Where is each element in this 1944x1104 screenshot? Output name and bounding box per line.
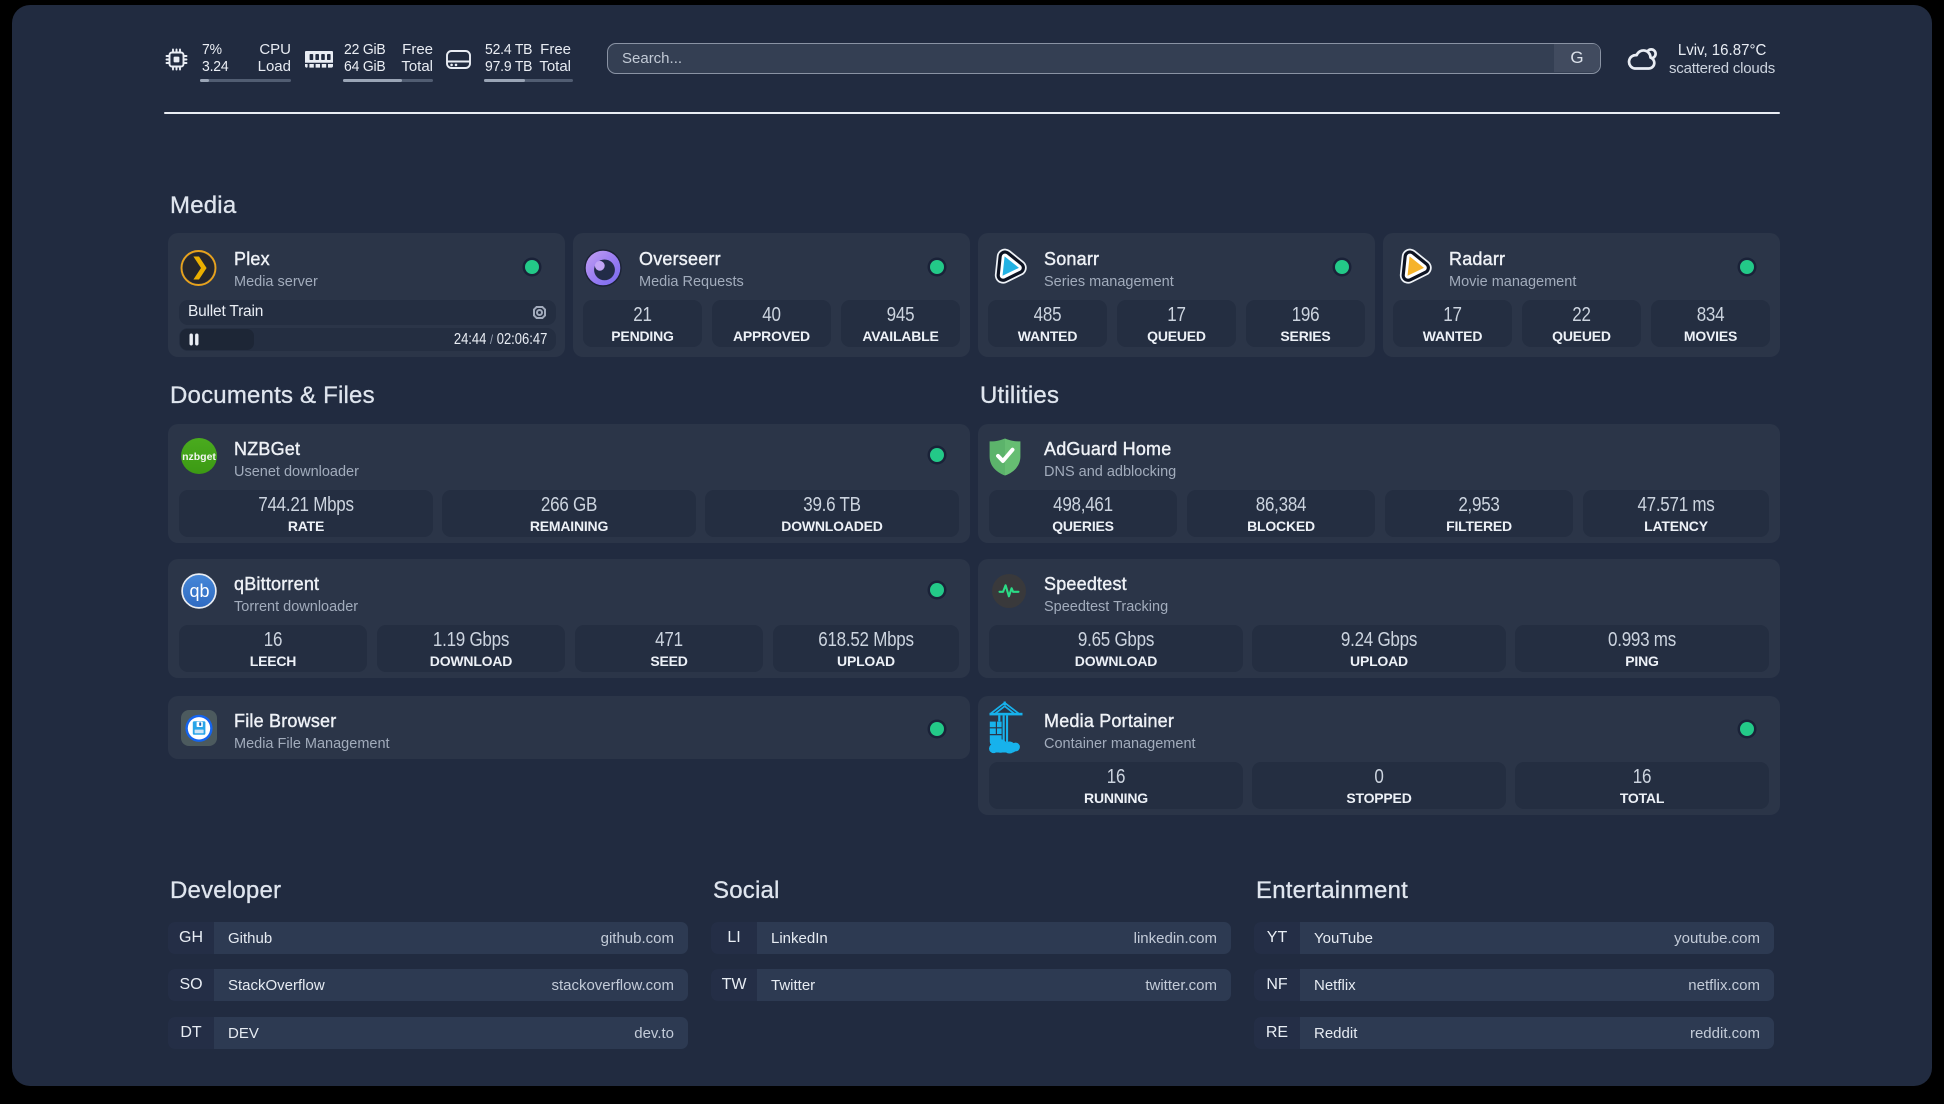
svg-text:nzbget: nzbget (182, 451, 216, 463)
svg-text:qb: qb (189, 581, 209, 601)
